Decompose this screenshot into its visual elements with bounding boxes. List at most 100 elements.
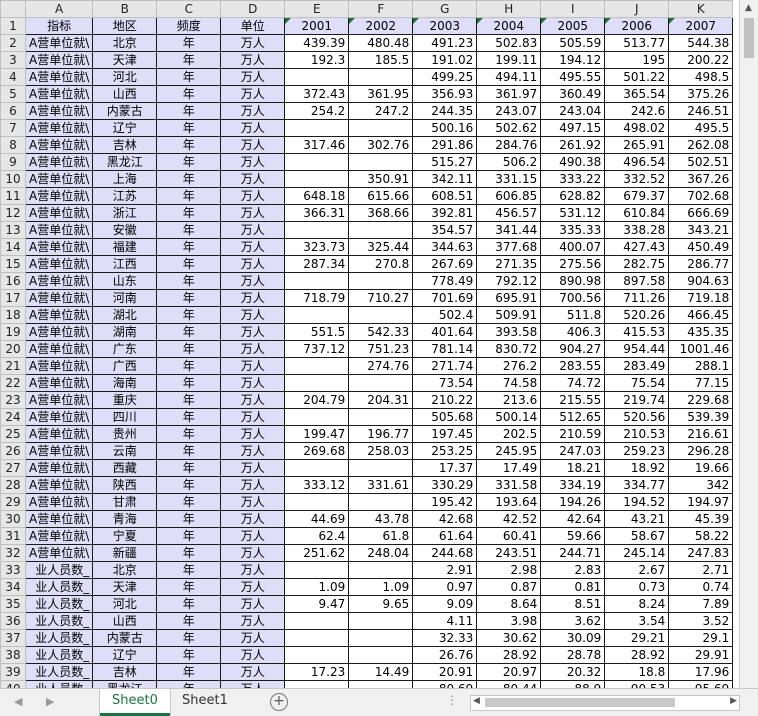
- table-cell[interactable]: 上海: [92, 170, 158, 188]
- table-cell[interactable]: 山东: [92, 272, 158, 290]
- table-cell[interactable]: [348, 221, 414, 239]
- header-cell[interactable]: 频度: [156, 17, 222, 35]
- table-cell[interactable]: 259.23: [604, 442, 670, 460]
- table-cell[interactable]: 219.74: [604, 391, 670, 409]
- table-cell[interactable]: A营单位就\: [24, 442, 94, 460]
- row-number[interactable]: 16: [0, 272, 26, 290]
- table-cell[interactable]: 年: [156, 391, 222, 409]
- table-cell[interactable]: 194.12: [540, 51, 606, 69]
- header-cell[interactable]: 地区: [92, 17, 158, 35]
- table-cell[interactable]: 29.21: [604, 629, 670, 647]
- table-cell[interactable]: [348, 306, 414, 324]
- table-cell[interactable]: [284, 646, 350, 664]
- table-cell[interactable]: 山西: [92, 85, 158, 103]
- table-cell[interactable]: 283.55: [540, 357, 606, 375]
- row-number[interactable]: 24: [0, 408, 26, 426]
- table-cell[interactable]: 0.97: [412, 578, 478, 596]
- table-cell[interactable]: A营单位就\: [24, 34, 94, 52]
- table-cell[interactable]: 334.77: [604, 476, 670, 494]
- table-cell[interactable]: 58.22: [668, 527, 734, 545]
- column-header-g[interactable]: G: [412, 0, 478, 18]
- table-cell[interactable]: 9.47: [284, 595, 350, 613]
- table-cell[interactable]: 494.11: [476, 68, 542, 86]
- table-cell[interactable]: 万人: [220, 527, 286, 545]
- table-cell[interactable]: 450.49: [668, 238, 734, 256]
- table-cell[interactable]: 59.66: [540, 527, 606, 545]
- table-cell[interactable]: 内蒙古: [92, 102, 158, 120]
- table-cell[interactable]: 业人员数_: [24, 680, 94, 688]
- table-cell[interactable]: 58.67: [604, 527, 670, 545]
- table-cell[interactable]: 830.72: [476, 340, 542, 358]
- table-cell[interactable]: 业人员数_: [24, 663, 94, 681]
- table-cell[interactable]: 1.09: [348, 578, 414, 596]
- table-cell[interactable]: 年: [156, 153, 222, 171]
- table-cell[interactable]: 502.51: [668, 153, 734, 171]
- row-number[interactable]: 11: [0, 187, 26, 205]
- table-cell[interactable]: 年: [156, 34, 222, 52]
- table-cell[interactable]: 新疆: [92, 544, 158, 562]
- table-cell[interactable]: 247.83: [668, 544, 734, 562]
- table-cell[interactable]: 282.75: [604, 255, 670, 273]
- row-number[interactable]: 38: [0, 646, 26, 664]
- table-cell[interactable]: 498.02: [604, 119, 670, 137]
- table-cell[interactable]: 广西: [92, 357, 158, 375]
- table-cell[interactable]: 30.09: [540, 629, 606, 647]
- table-cell[interactable]: 万人: [220, 204, 286, 222]
- row-number[interactable]: 17: [0, 289, 26, 307]
- table-cell[interactable]: 万人: [220, 51, 286, 69]
- table-cell[interactable]: 江西: [92, 255, 158, 273]
- table-cell[interactable]: 199.47: [284, 425, 350, 443]
- table-cell[interactable]: 509.91: [476, 306, 542, 324]
- table-cell[interactable]: 210.59: [540, 425, 606, 443]
- table-cell[interactable]: 608.51: [412, 187, 478, 205]
- table-cell[interactable]: 333.12: [284, 476, 350, 494]
- table-cell[interactable]: 年: [156, 629, 222, 647]
- row-number[interactable]: 30: [0, 510, 26, 528]
- table-cell[interactable]: 业人员数_: [24, 646, 94, 664]
- table-cell[interactable]: 陕西: [92, 476, 158, 494]
- table-cell[interactable]: 502.83: [476, 34, 542, 52]
- table-cell[interactable]: 万人: [220, 459, 286, 477]
- table-cell[interactable]: 73.54: [412, 374, 478, 392]
- table-cell[interactable]: 343.21: [668, 221, 734, 239]
- table-cell[interactable]: 天津: [92, 578, 158, 596]
- table-cell[interactable]: 9.65: [348, 595, 414, 613]
- table-cell[interactable]: 28.92: [604, 646, 670, 664]
- table-cell[interactable]: 495.55: [540, 68, 606, 86]
- table-cell[interactable]: 年: [156, 119, 222, 137]
- table-cell[interactable]: [284, 68, 350, 86]
- row-number[interactable]: 32: [0, 544, 26, 562]
- table-cell[interactable]: 42.68: [412, 510, 478, 528]
- table-cell[interactable]: 365.54: [604, 85, 670, 103]
- table-cell[interactable]: 539.39: [668, 408, 734, 426]
- table-cell[interactable]: 193.64: [476, 493, 542, 511]
- table-cell[interactable]: 业人员数_: [24, 595, 94, 613]
- table-cell[interactable]: 95.69: [668, 680, 734, 688]
- table-cell[interactable]: 200.22: [668, 51, 734, 69]
- table-cell[interactable]: 502.62: [476, 119, 542, 137]
- table-cell[interactable]: A营单位就\: [24, 238, 94, 256]
- table-cell[interactable]: A营单位就\: [24, 68, 94, 86]
- table-cell[interactable]: 辽宁: [92, 119, 158, 137]
- table-cell[interactable]: 204.31: [348, 391, 414, 409]
- table-cell[interactable]: 245.95: [476, 442, 542, 460]
- table-cell[interactable]: 万人: [220, 68, 286, 86]
- column-header-c[interactable]: C: [156, 0, 222, 18]
- select-all-corner[interactable]: [0, 0, 26, 18]
- table-cell[interactable]: 20.32: [540, 663, 606, 681]
- table-cell[interactable]: 354.57: [412, 221, 478, 239]
- table-cell[interactable]: 512.65: [540, 408, 606, 426]
- table-cell[interactable]: 551.5: [284, 323, 350, 341]
- table-cell[interactable]: 400.07: [540, 238, 606, 256]
- table-cell[interactable]: 7.89: [668, 595, 734, 613]
- column-header-b[interactable]: B: [92, 0, 158, 18]
- table-cell[interactable]: 20.91: [412, 663, 478, 681]
- table-cell[interactable]: 781.14: [412, 340, 478, 358]
- row-number[interactable]: 21: [0, 357, 26, 375]
- table-cell[interactable]: 万人: [220, 612, 286, 630]
- header-cell[interactable]: 2001: [284, 17, 350, 35]
- table-cell[interactable]: 253.25: [412, 442, 478, 460]
- table-cell[interactable]: 年: [156, 408, 222, 426]
- table-cell[interactable]: [348, 68, 414, 86]
- table-cell[interactable]: 万人: [220, 153, 286, 171]
